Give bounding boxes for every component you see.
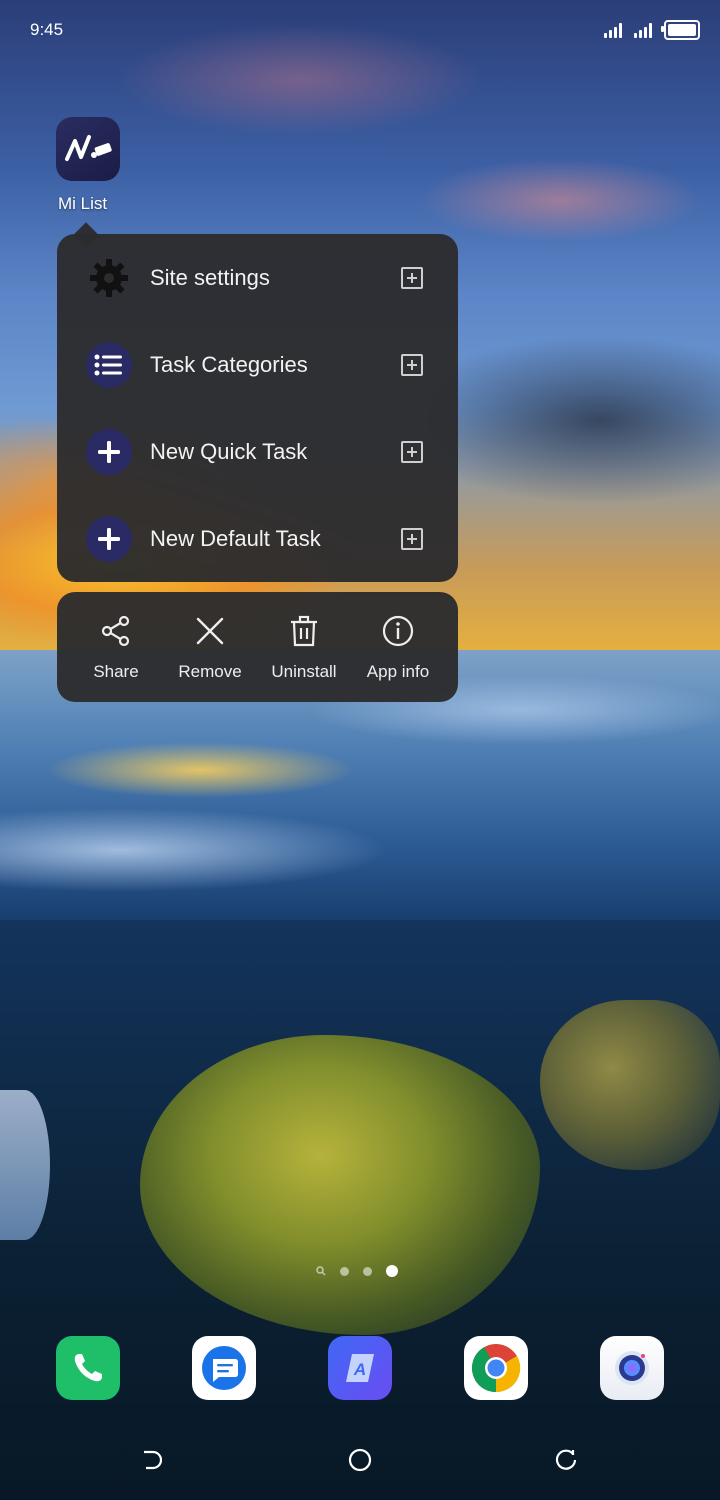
wallpaper-ice-edge bbox=[0, 1090, 50, 1240]
plus-icon bbox=[86, 428, 132, 475]
trash-icon bbox=[291, 615, 317, 647]
gear-icon bbox=[86, 255, 132, 301]
messages-icon bbox=[202, 1346, 246, 1390]
search-page-icon bbox=[316, 1266, 326, 1276]
add-to-home-icon[interactable] bbox=[401, 266, 423, 289]
add-to-home-icon[interactable] bbox=[401, 527, 423, 550]
action-label: Share bbox=[93, 662, 139, 681]
recents-icon[interactable] bbox=[554, 1448, 578, 1472]
shortcut-label: Task Categories bbox=[150, 351, 308, 377]
app-info-button[interactable]: App info bbox=[351, 592, 445, 702]
app-shortcuts-menu: Site settings Task Categories New Quick … bbox=[57, 234, 458, 582]
messages-app-icon[interactable] bbox=[192, 1336, 256, 1400]
list-icon bbox=[86, 341, 132, 388]
camera-icon bbox=[615, 1351, 649, 1385]
uninstall-button[interactable]: Uninstall bbox=[257, 592, 351, 702]
home-icon[interactable] bbox=[348, 1448, 372, 1472]
add-to-home-icon[interactable] bbox=[401, 353, 423, 376]
status-icons bbox=[604, 20, 700, 40]
back-icon[interactable] bbox=[138, 1448, 162, 1472]
phone-app-icon[interactable] bbox=[56, 1336, 120, 1400]
chrome-app-icon[interactable] bbox=[464, 1336, 528, 1400]
svg-text:A: A bbox=[353, 1360, 366, 1379]
page-dot[interactable] bbox=[340, 1266, 349, 1276]
share-icon bbox=[101, 615, 130, 647]
shortcut-label: New Default Task bbox=[150, 525, 321, 551]
app-icon-mi-list[interactable] bbox=[56, 117, 122, 181]
add-to-home-icon[interactable] bbox=[401, 440, 423, 463]
shortcut-new-quick-task[interactable]: New Quick Task bbox=[57, 408, 458, 495]
shortcut-task-categories[interactable]: Task Categories bbox=[57, 321, 458, 408]
action-label: Uninstall bbox=[271, 662, 337, 681]
status-time: 9:45 bbox=[30, 20, 64, 39]
shortcut-new-default-task[interactable]: New Default Task bbox=[57, 495, 458, 582]
translate-icon: A bbox=[346, 1354, 374, 1382]
app-label: Mi List bbox=[58, 194, 108, 213]
info-icon bbox=[382, 615, 414, 647]
share-button[interactable]: Share bbox=[69, 592, 163, 702]
close-icon bbox=[196, 617, 224, 645]
phone-icon bbox=[74, 1354, 102, 1382]
shortcut-label: New Quick Task bbox=[150, 438, 308, 464]
mi-list-logo-icon bbox=[56, 117, 120, 181]
chrome-icon bbox=[471, 1344, 521, 1393]
dock: A bbox=[0, 1336, 720, 1400]
remove-button[interactable]: Remove bbox=[163, 592, 257, 702]
signal-icon bbox=[604, 22, 624, 38]
page-dot-active[interactable] bbox=[386, 1265, 398, 1277]
camera-app-icon[interactable] bbox=[600, 1336, 664, 1400]
action-label: App info bbox=[366, 662, 430, 681]
page-dot[interactable] bbox=[363, 1266, 372, 1276]
translate-app-icon[interactable]: A bbox=[328, 1336, 392, 1400]
action-label: Remove bbox=[178, 662, 242, 681]
shortcut-label: Site settings bbox=[150, 264, 270, 290]
signal-icon bbox=[634, 22, 654, 38]
battery-icon bbox=[661, 20, 700, 40]
app-actions-bar: Share Remove Uninstall App info bbox=[57, 592, 458, 702]
shortcut-site-settings[interactable]: Site settings bbox=[57, 234, 458, 321]
status-bar: 9:45 bbox=[0, 0, 720, 60]
page-indicator bbox=[316, 1265, 398, 1277]
plus-icon bbox=[86, 515, 132, 562]
navigation-bar bbox=[0, 1440, 720, 1480]
